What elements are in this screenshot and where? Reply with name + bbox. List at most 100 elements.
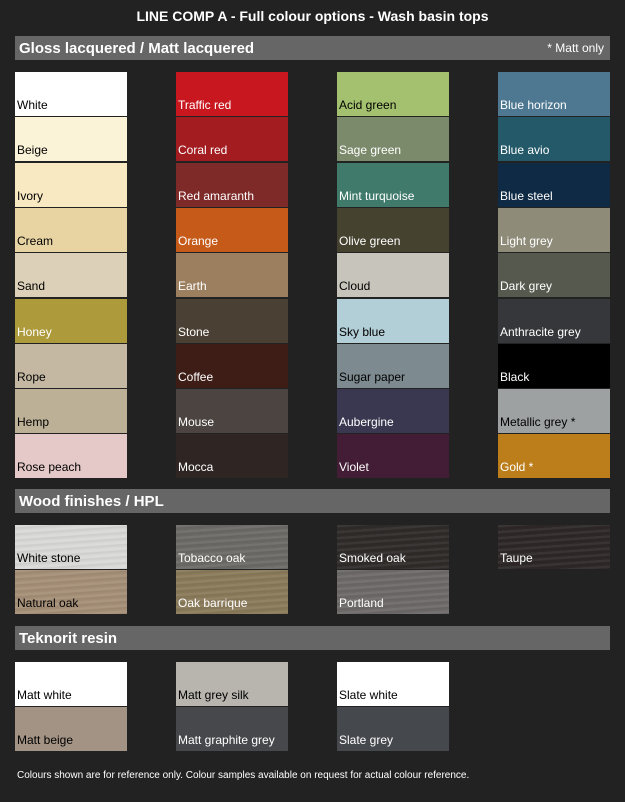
color-swatch: Sky blue xyxy=(337,299,449,343)
swatch-label: Traffic red xyxy=(178,98,232,112)
swatch-label: White xyxy=(17,98,48,112)
swatch-label: Hemp xyxy=(17,415,50,429)
color-swatch: Mint turquoise xyxy=(337,163,449,207)
swatch-label: Slate white xyxy=(339,688,398,702)
swatch-label: Cloud xyxy=(339,279,371,293)
color-swatch: Cloud xyxy=(337,253,449,297)
color-swatch: Natural oak xyxy=(15,570,127,614)
color-swatch: Anthracite grey xyxy=(498,299,610,343)
color-swatch: Mocca xyxy=(176,434,288,478)
swatch-label: Red amaranth xyxy=(178,189,255,203)
color-swatch: Coral red xyxy=(176,117,288,161)
color-swatch: Matt graphite grey xyxy=(176,707,288,751)
color-swatch: Rope xyxy=(15,344,127,388)
swatch-label: Taupe xyxy=(500,551,533,565)
color-swatch: Hemp xyxy=(15,389,127,433)
swatch-label: Light grey xyxy=(500,234,553,248)
color-swatch: Blue steel xyxy=(498,163,610,207)
swatch-label: Honey xyxy=(17,325,52,339)
swatch-label: Blue horizon xyxy=(500,98,567,112)
color-swatch: Olive green xyxy=(337,208,449,252)
color-swatch: Dark grey xyxy=(498,253,610,297)
color-swatch: Light grey xyxy=(498,208,610,252)
swatch-label: Slate grey xyxy=(339,733,394,747)
section-title: Wood finishes / HPL xyxy=(19,492,164,510)
swatch-label: Smoked oak xyxy=(339,551,406,565)
color-swatch: Acid green xyxy=(337,72,449,116)
swatch-label: Natural oak xyxy=(17,596,79,610)
color-swatch: Ivory xyxy=(15,163,127,207)
swatch-label: Beige xyxy=(17,143,48,157)
color-swatch: Mouse xyxy=(176,389,288,433)
swatch-label: Black xyxy=(500,370,530,384)
swatch-label: Gold * xyxy=(500,460,534,474)
swatch-label: Rose peach xyxy=(17,460,82,474)
section-note: * Matt only xyxy=(547,41,604,55)
color-swatch: Matt beige xyxy=(15,707,127,751)
swatch-label: Coral red xyxy=(178,143,228,157)
color-swatch: Blue horizon xyxy=(498,72,610,116)
color-swatch: Matt grey silk xyxy=(176,662,288,706)
swatch-label: Orange xyxy=(178,234,219,248)
color-swatch: Matt white xyxy=(15,662,127,706)
swatch-label: Earth xyxy=(178,279,207,293)
section-header-resin: Teknorit resin xyxy=(15,626,610,650)
color-swatch: Rose peach xyxy=(15,434,127,478)
color-swatch: Traffic red xyxy=(176,72,288,116)
color-swatch: Slate grey xyxy=(337,707,449,751)
color-swatch: Red amaranth xyxy=(176,163,288,207)
color-swatch: Sage green xyxy=(337,117,449,161)
swatch-label: Olive green xyxy=(339,234,401,248)
color-swatch: Aubergine xyxy=(337,389,449,433)
page-title: LINE COMP A - Full colour options - Wash… xyxy=(136,8,489,24)
swatch-label: Sand xyxy=(17,279,46,293)
swatch-label: Metallic grey * xyxy=(500,415,576,429)
swatch-label: Oak barrique xyxy=(178,596,248,610)
color-swatch: Sand xyxy=(15,253,127,297)
swatch-label: Blue avio xyxy=(500,143,550,157)
section-title: Gloss lacquered / Matt lacquered xyxy=(19,39,255,57)
color-swatch: White xyxy=(15,72,127,116)
section-header-wood: Wood finishes / HPL xyxy=(15,489,610,513)
swatch-label: Cream xyxy=(17,234,54,248)
color-swatch: Taupe xyxy=(498,525,610,569)
swatch-label: Coffee xyxy=(178,370,214,384)
swatch-label: Aubergine xyxy=(339,415,394,429)
swatch-label: Stone xyxy=(178,325,210,339)
color-swatch: Violet xyxy=(337,434,449,478)
section-title: Teknorit resin xyxy=(19,629,118,647)
swatch-label: Matt graphite grey xyxy=(178,733,275,747)
swatch-label: Tobacco oak xyxy=(178,551,246,565)
swatch-label: Matt white xyxy=(17,688,72,702)
color-swatch: Smoked oak xyxy=(337,525,449,569)
color-swatch: Gold * xyxy=(498,434,610,478)
swatch-label: Matt grey silk xyxy=(178,688,249,702)
swatch-label: Rope xyxy=(17,370,46,384)
color-swatch: Coffee xyxy=(176,344,288,388)
color-swatch: Tobacco oak xyxy=(176,525,288,569)
color-swatch: Blue avio xyxy=(498,117,610,161)
color-swatch: White stone xyxy=(15,525,127,569)
swatch-label: Sage green xyxy=(339,143,402,157)
swatch-label: Mint turquoise xyxy=(339,189,415,203)
swatch-label: Matt beige xyxy=(17,733,74,747)
color-swatch: Metallic grey * xyxy=(498,389,610,433)
swatch-label: Anthracite grey xyxy=(500,325,581,339)
swatch-label: White stone xyxy=(17,551,81,565)
footer-note: Colours shown are for reference only. Co… xyxy=(17,770,470,781)
color-swatch: Black xyxy=(498,344,610,388)
section-header-lacquered: Gloss lacquered / Matt lacquered * Matt … xyxy=(15,36,610,60)
swatch-label: Ivory xyxy=(17,189,44,203)
color-swatch: Earth xyxy=(176,253,288,297)
color-swatch: Honey xyxy=(15,299,127,343)
color-swatch: Stone xyxy=(176,299,288,343)
color-swatch: Oak barrique xyxy=(176,570,288,614)
swatch-label: Sky blue xyxy=(339,325,386,339)
color-swatch: Slate white xyxy=(337,662,449,706)
color-swatch: Sugar paper xyxy=(337,344,449,388)
swatch-label: Portland xyxy=(339,596,384,610)
swatch-label: Blue steel xyxy=(500,189,553,203)
swatch-label: Violet xyxy=(339,460,369,474)
swatch-label: Sugar paper xyxy=(339,370,406,384)
swatch-label: Acid green xyxy=(339,98,397,112)
